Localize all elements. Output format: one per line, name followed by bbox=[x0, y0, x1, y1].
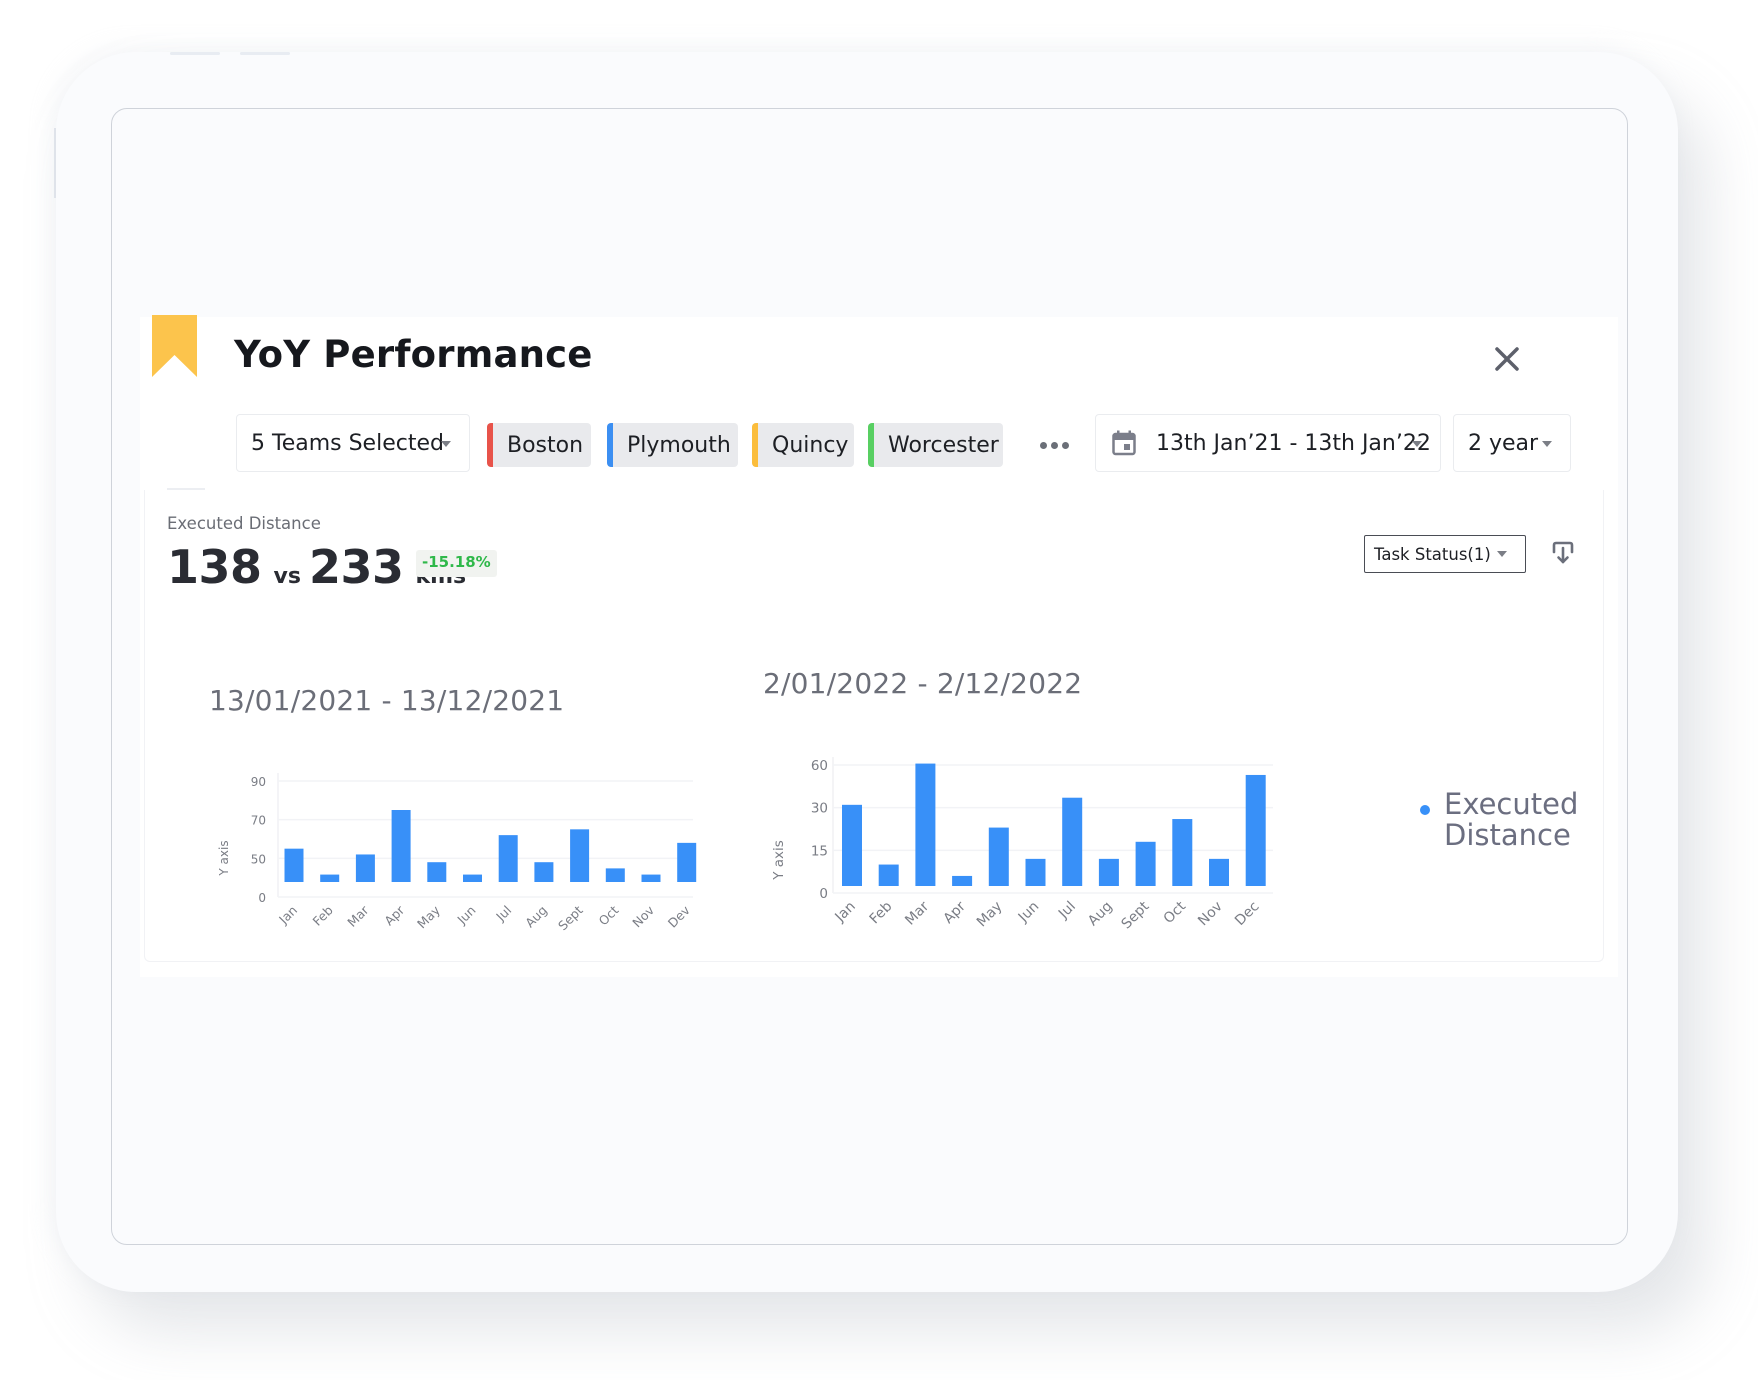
delta-badge: -15.18% bbox=[416, 550, 497, 577]
team-color-bar bbox=[868, 423, 874, 467]
legend-label: Executed Distance bbox=[1444, 787, 1579, 852]
team-chip-label: Worcester bbox=[888, 432, 999, 458]
team-color-bar bbox=[607, 423, 613, 467]
metric-label: Executed Distance bbox=[167, 514, 321, 533]
calendar-icon bbox=[1112, 430, 1136, 456]
chart-title-2022: 2/01/2022 - 2/12/2022 bbox=[763, 667, 1083, 700]
task-status-label: Task Status(1) bbox=[1374, 544, 1491, 564]
metric-current: 138 bbox=[167, 540, 262, 594]
team-chip-worcester[interactable]: Worcester bbox=[868, 423, 1003, 467]
bookmark-icon bbox=[152, 315, 197, 377]
team-color-bar bbox=[752, 423, 758, 467]
team-chip-label: Quincy bbox=[772, 432, 849, 458]
close-icon[interactable] bbox=[1490, 342, 1524, 376]
page-title: YoY Performance bbox=[234, 333, 593, 376]
date-range-label: 13th Jan’21 - 13th Jan’22 bbox=[1156, 430, 1431, 456]
metric-vs: vs bbox=[273, 564, 301, 589]
device-side-button bbox=[54, 128, 56, 198]
teams-dropdown[interactable]: 5 Teams Selected bbox=[236, 414, 470, 472]
chevron-down-icon bbox=[1542, 441, 1552, 447]
divider bbox=[167, 488, 205, 490]
chevron-down-icon bbox=[1497, 551, 1507, 557]
team-color-bar bbox=[487, 423, 493, 467]
team-chip-quincy[interactable]: Quincy bbox=[752, 423, 854, 467]
chart-legend: Executed Distance bbox=[1420, 789, 1584, 851]
teams-dropdown-label: 5 Teams Selected bbox=[251, 430, 444, 456]
chevron-down-icon bbox=[1412, 441, 1422, 447]
chart-title-2021: 13/01/2021 - 13/12/2021 bbox=[209, 684, 565, 717]
date-range-dropdown[interactable]: 13th Jan’21 - 13th Jan’22 bbox=[1095, 414, 1441, 472]
download-icon[interactable] bbox=[1550, 540, 1576, 566]
device-button bbox=[170, 52, 220, 55]
more-horizontal-icon[interactable] bbox=[1040, 442, 1069, 449]
legend-dot bbox=[1420, 805, 1430, 815]
team-chip-plymouth[interactable]: Plymouth bbox=[607, 423, 738, 467]
period-dropdown[interactable]: 2 year bbox=[1453, 414, 1571, 472]
chevron-down-icon bbox=[441, 441, 451, 447]
team-chip-label: Plymouth bbox=[627, 432, 731, 458]
team-chip-label: Boston bbox=[507, 432, 584, 458]
period-label: 2 year bbox=[1468, 430, 1539, 456]
task-status-dropdown[interactable]: Task Status(1) bbox=[1364, 535, 1526, 573]
team-chip-boston[interactable]: Boston bbox=[487, 423, 591, 467]
device-button bbox=[240, 52, 290, 55]
metric-previous: 233 bbox=[308, 540, 404, 594]
